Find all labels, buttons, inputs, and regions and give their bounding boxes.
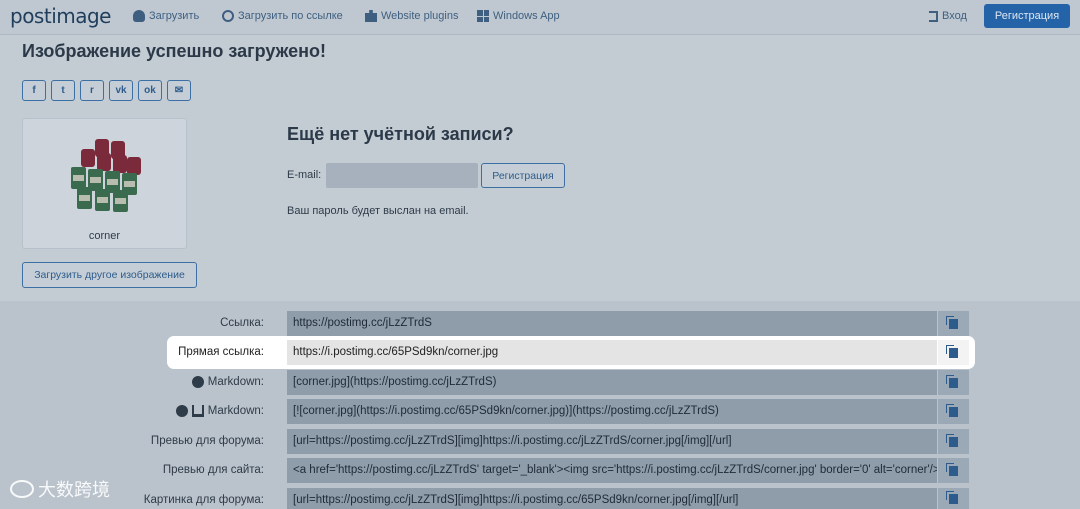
copy-direct-link-button[interactable] xyxy=(938,340,969,365)
direct-link-label-text: Прямая ссылка: xyxy=(178,346,264,358)
watermark: 大数跨境 xyxy=(10,476,110,502)
copy-icon xyxy=(946,403,958,417)
nav-windows-app[interactable]: Windows App xyxy=(477,10,560,22)
reddit-share-button[interactable]: r xyxy=(80,80,104,101)
top-nav: postimage Загрузить Загрузить по ссылке … xyxy=(0,0,1080,35)
nav-upload-by-url[interactable]: Загрузить по ссылке xyxy=(222,10,343,22)
nav-upload-label: Загрузить xyxy=(149,10,200,22)
copy-markdown-reddit-button[interactable] xyxy=(938,370,969,395)
page-title: Изображение успешно загружено! xyxy=(22,41,326,61)
nav-windows-app-label: Windows App xyxy=(493,10,560,22)
windows-icon xyxy=(477,10,489,22)
postimage-logo[interactable]: postimage xyxy=(10,4,112,28)
copy-icon xyxy=(946,490,958,504)
markdown-github-field[interactable]: [![corner.jpg](https://i.postimg.cc/65PS… xyxy=(287,399,937,424)
nav-website-plugins[interactable]: Website plugins xyxy=(365,10,458,22)
reddit-icon xyxy=(191,376,204,388)
copy-forum-image-button[interactable] xyxy=(938,488,969,509)
copy-link-button[interactable] xyxy=(938,311,969,336)
forum-image-field[interactable]: [url=https://postimg.cc/jLzZTrdS][img]ht… xyxy=(287,488,937,509)
twitter-share-button[interactable]: t xyxy=(51,80,75,101)
copy-icon xyxy=(946,344,958,358)
markdown-reddit-label-text: Markdown: xyxy=(207,376,264,388)
nav-login-label: Вход xyxy=(942,10,967,22)
forum-thumbnail-label-text: Превью для форума: xyxy=(150,435,264,447)
direct-link-label: Прямая ссылка: xyxy=(64,346,264,358)
direct-link-field[interactable]: https://i.postimg.cc/65PSd9kn/corner.jpg xyxy=(287,340,937,365)
link-field[interactable]: https://postimg.cc/jLzZTrdS xyxy=(287,311,937,336)
puzzle-icon xyxy=(365,10,377,22)
globe-icon xyxy=(222,10,234,22)
email-share-button[interactable]: ✉ xyxy=(167,80,191,101)
copy-forum-thumbnail-button[interactable] xyxy=(938,429,969,454)
copy-icon xyxy=(946,315,958,329)
copy-markdown-github-button[interactable] xyxy=(938,399,969,424)
markdown-reddit-field[interactable]: [corner.jpg](https://postimg.cc/jLzZTrdS… xyxy=(287,370,937,395)
copy-icon xyxy=(946,374,958,388)
nav-upload-by-url-label: Загрузить по ссылке xyxy=(238,10,343,22)
watermark-logo-icon xyxy=(10,480,34,498)
password-note: Ваш пароль будет выслан на email. xyxy=(287,205,469,217)
site-thumbnail-label: Превью для сайта: xyxy=(64,464,264,476)
email-label: E-mail: xyxy=(287,169,322,181)
email-input[interactable] xyxy=(326,163,478,188)
link-label: Ссылка: xyxy=(64,317,264,329)
nav-upload[interactable]: Загрузить xyxy=(133,10,199,22)
nav-login[interactable]: Вход xyxy=(929,10,967,22)
forum-thumbnail-label: Превью для форума: xyxy=(64,435,264,447)
site-thumbnail-label-text: Превью для сайта: xyxy=(162,464,264,476)
copy-icon xyxy=(946,462,958,476)
odnoklassniki-share-button[interactable]: ok xyxy=(138,80,162,101)
copy-icon xyxy=(946,433,958,447)
share-buttons: f t r vk ok ✉ xyxy=(22,80,191,101)
uploaded-image-thumbnail xyxy=(71,139,141,212)
github-icon xyxy=(175,405,188,417)
site-thumbnail-field[interactable]: <a href='https://postimg.cc/jLzZTrdS' ta… xyxy=(287,458,937,483)
upload-another-image-button[interactable]: Загрузить другое изображение xyxy=(22,262,197,288)
copy-site-thumbnail-button[interactable] xyxy=(938,458,969,483)
account-title: Ещё нет учётной записи? xyxy=(287,124,514,144)
markdown-reddit-label: Markdown: xyxy=(64,376,264,388)
nav-website-plugins-label: Website plugins xyxy=(381,10,459,22)
register-button[interactable]: Регистрация xyxy=(481,163,565,188)
cloud-upload-icon xyxy=(133,10,145,22)
link-label-text: Ссылка: xyxy=(220,317,264,329)
vk-share-button[interactable]: vk xyxy=(109,80,133,101)
markdown-github-label: Markdown: xyxy=(64,405,264,417)
register-button-top[interactable]: Регистрация xyxy=(984,4,1070,28)
watermark-text: 大数跨境 xyxy=(38,480,110,501)
forum-thumbnail-field[interactable]: [url=https://postimg.cc/jLzZTrdS][img]ht… xyxy=(287,429,937,454)
login-icon xyxy=(929,10,938,22)
forum-image-label-text: Картинка для форума: xyxy=(143,494,264,506)
thumbnail-caption: corner xyxy=(88,230,121,242)
thumbnail-card[interactable]: corner xyxy=(22,118,187,249)
stackoverflow-icon xyxy=(191,405,204,417)
facebook-share-button[interactable]: f xyxy=(22,80,46,101)
markdown-github-label-text: Markdown: xyxy=(207,405,264,417)
